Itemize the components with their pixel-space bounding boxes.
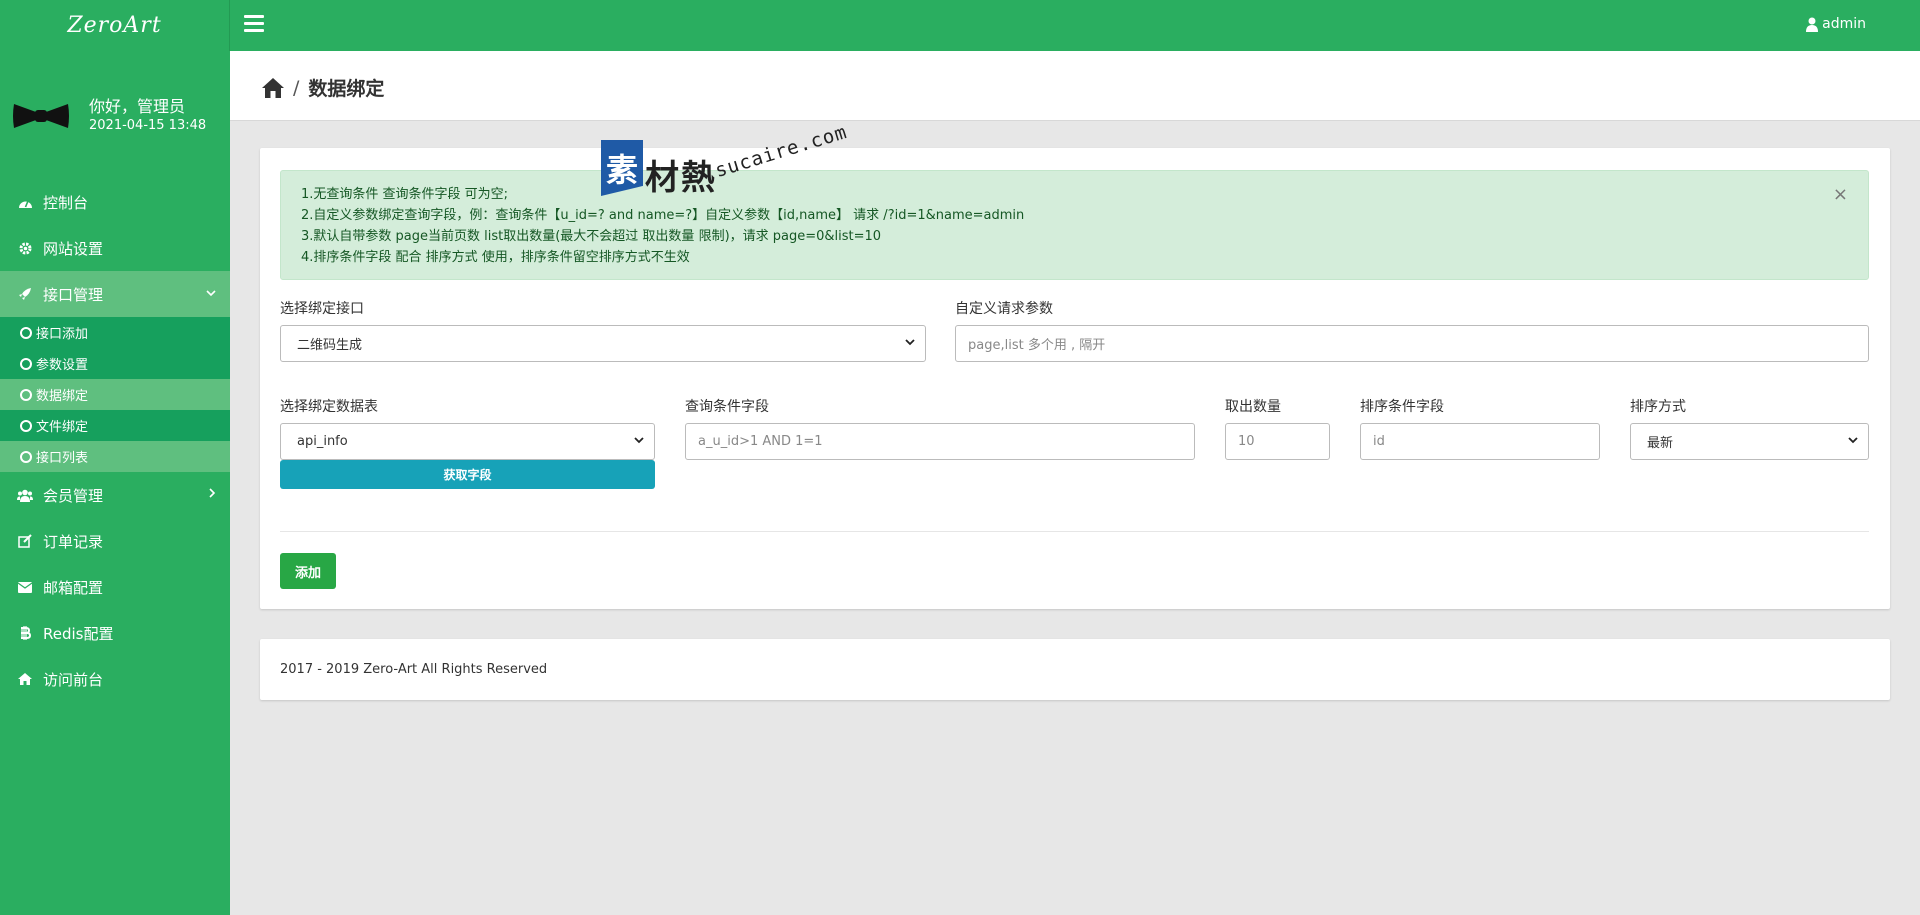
sidebar-item-mail-config[interactable]: 邮箱配置 xyxy=(0,564,230,610)
breadcrumb: / 数据绑定 xyxy=(261,74,384,101)
circle-icon xyxy=(20,450,32,463)
watermark-url: sucaire.com xyxy=(712,120,850,182)
alert-line: 2.自定义参数绑定查询字段，例：查询条件【u_id=? and name=?】自… xyxy=(301,208,1025,223)
sidebar-subitem-label: 文件绑定 xyxy=(36,420,89,435)
fetch-fields-button[interactable]: 获取字段 xyxy=(280,460,655,489)
interface-select-value: 二维码生成 xyxy=(297,338,363,353)
sidebar-item-label: 控制台 xyxy=(43,193,89,212)
chevron-down-icon xyxy=(905,338,915,349)
sort-field-input[interactable]: id xyxy=(1360,423,1600,460)
query-label: 查询条件字段 xyxy=(685,399,769,415)
copyright-text: 2017 - 2019 Zero-Art All Rights Reserved xyxy=(280,662,548,677)
gear-icon xyxy=(17,240,33,256)
sidebar-item-dashboard[interactable]: 控制台 xyxy=(0,179,230,225)
rocket-icon xyxy=(17,286,33,302)
edit-icon xyxy=(17,533,33,549)
alert-line: 1.无查询条件 查询条件字段 可为空; xyxy=(301,187,509,202)
sidebar-item-label: 接口管理 xyxy=(43,285,104,304)
sidebar-item-api-management[interactable]: 接口管理 xyxy=(0,271,230,317)
info-alert: 1.无查询条件 查询条件字段 可为空; 2.自定义参数绑定查询字段，例：查询条件… xyxy=(280,170,1869,280)
table-select-value: api_info xyxy=(297,434,348,449)
user-menu[interactable]: admin xyxy=(1806,16,1866,32)
chevron-down-icon xyxy=(634,436,644,447)
logo-area[interactable]: ZeroArt xyxy=(0,0,230,51)
sidebar-subitem-api-list[interactable]: 接口列表 xyxy=(0,441,230,472)
table-label: 选择绑定数据表 xyxy=(280,399,378,415)
home-icon xyxy=(17,671,33,687)
table-select[interactable]: api_info xyxy=(280,423,655,460)
login-time: 2021-04-15 13:48 xyxy=(89,118,207,133)
count-label: 取出数量 xyxy=(1225,399,1281,415)
menu-toggle-icon[interactable] xyxy=(244,15,264,33)
envelope-icon xyxy=(17,579,33,595)
alert-line: 4.排序条件字段 配合 排序方式 使用，排序条件留空排序方式不生效 xyxy=(301,250,690,265)
data-binding-panel: 1.无查询条件 查询条件字段 可为空; 2.自定义参数绑定查询字段，例：查询条件… xyxy=(260,148,1890,609)
sidebar-item-orders[interactable]: 订单记录 xyxy=(0,518,230,564)
sidebar-item-settings[interactable]: 网站设置 xyxy=(0,225,230,271)
dashboard-icon xyxy=(17,194,33,210)
sort-field-label: 排序条件字段 xyxy=(1360,399,1444,415)
circle-icon xyxy=(20,326,32,339)
bitcoin-icon xyxy=(17,625,33,641)
breadcrumb-separator: / xyxy=(293,76,300,99)
sidebar-subitem-data-binding[interactable]: 数据绑定 xyxy=(0,379,230,410)
footer: 2017 - 2019 Zero-Art All Rights Reserved xyxy=(260,639,1890,700)
home-icon[interactable] xyxy=(261,77,285,99)
sidebar-subitem-label: 参数设置 xyxy=(36,358,89,373)
page-title: 数据绑定 xyxy=(308,78,385,100)
users-icon xyxy=(17,487,33,503)
username: admin xyxy=(1822,16,1866,32)
sidebar-item-visit-frontend[interactable]: 访问前台 xyxy=(0,656,230,702)
page-header: / 数据绑定 xyxy=(230,51,1920,121)
add-button[interactable]: 添加 xyxy=(280,553,336,589)
sort-order-value: 最新 xyxy=(1647,436,1674,451)
avatar xyxy=(13,104,69,128)
watermark: 素 材熱 sucaire.com xyxy=(601,121,851,200)
sidebar-item-label: 订单记录 xyxy=(43,532,104,551)
watermark-text: 材熱 xyxy=(645,158,717,198)
chevron-right-icon xyxy=(209,487,216,501)
circle-icon xyxy=(20,419,32,432)
app-logo: ZeroArt xyxy=(67,13,162,38)
sidebar-menu: 控制台 网站设置 接口管理 接口添加 参数设置 数据绑定 文件绑定 接口列表 会… xyxy=(0,179,230,702)
watermark-logo: 素 xyxy=(601,140,643,196)
greeting-text: 你好，管理员 xyxy=(89,97,186,116)
sidebar-item-members[interactable]: 会员管理 xyxy=(0,472,230,518)
circle-icon xyxy=(20,357,32,370)
circle-icon xyxy=(20,388,32,401)
sidebar-subitem-label: 接口列表 xyxy=(36,451,89,466)
chevron-down-icon xyxy=(1848,436,1858,447)
sidebar-subitem-label: 数据绑定 xyxy=(36,389,89,404)
sidebar-item-redis-config[interactable]: Redis配置 xyxy=(0,610,230,656)
chevron-down-icon xyxy=(206,286,216,300)
sort-order-select[interactable]: 最新 xyxy=(1630,423,1869,460)
interface-label: 选择绑定接口 xyxy=(280,301,364,317)
sidebar-subitem-file-binding[interactable]: 文件绑定 xyxy=(0,410,230,441)
sidebar-item-label: 网站设置 xyxy=(43,239,104,258)
sidebar-item-label: 访问前台 xyxy=(43,670,104,689)
sidebar-item-label: Redis配置 xyxy=(43,624,114,643)
sidebar-item-label: 邮箱配置 xyxy=(43,578,104,597)
interface-select[interactable]: 二维码生成 xyxy=(280,325,926,362)
query-input[interactable]: a_u_id>1 AND 1=1 xyxy=(685,423,1195,460)
top-navbar: ZeroArt admin xyxy=(0,0,1920,51)
user-icon xyxy=(1806,17,1819,32)
close-icon[interactable]: × xyxy=(1833,184,1848,205)
params-label: 自定义请求参数 xyxy=(955,301,1053,317)
sort-order-label: 排序方式 xyxy=(1630,399,1686,415)
sidebar-subitem-param-settings[interactable]: 参数设置 xyxy=(0,348,230,379)
alert-line: 3.默认自带参数 page当前页数 list取出数量(最大不会超过 取出数量 限… xyxy=(301,229,882,244)
sidebar-item-label: 会员管理 xyxy=(43,486,104,505)
user-profile: 你好，管理员 2021-04-15 13:48 xyxy=(0,81,230,151)
params-input[interactable]: page,list 多个用 , 隔开 xyxy=(955,325,1869,362)
sidebar: 你好，管理员 2021-04-15 13:48 控制台 网站设置 接口管理 接口… xyxy=(0,51,230,915)
sidebar-subitem-label: 接口添加 xyxy=(36,327,89,342)
api-submenu: 接口添加 参数设置 数据绑定 文件绑定 接口列表 xyxy=(0,317,230,472)
divider xyxy=(280,531,1869,532)
sidebar-subitem-add-api[interactable]: 接口添加 xyxy=(0,317,230,348)
count-input[interactable]: 10 xyxy=(1225,423,1330,460)
